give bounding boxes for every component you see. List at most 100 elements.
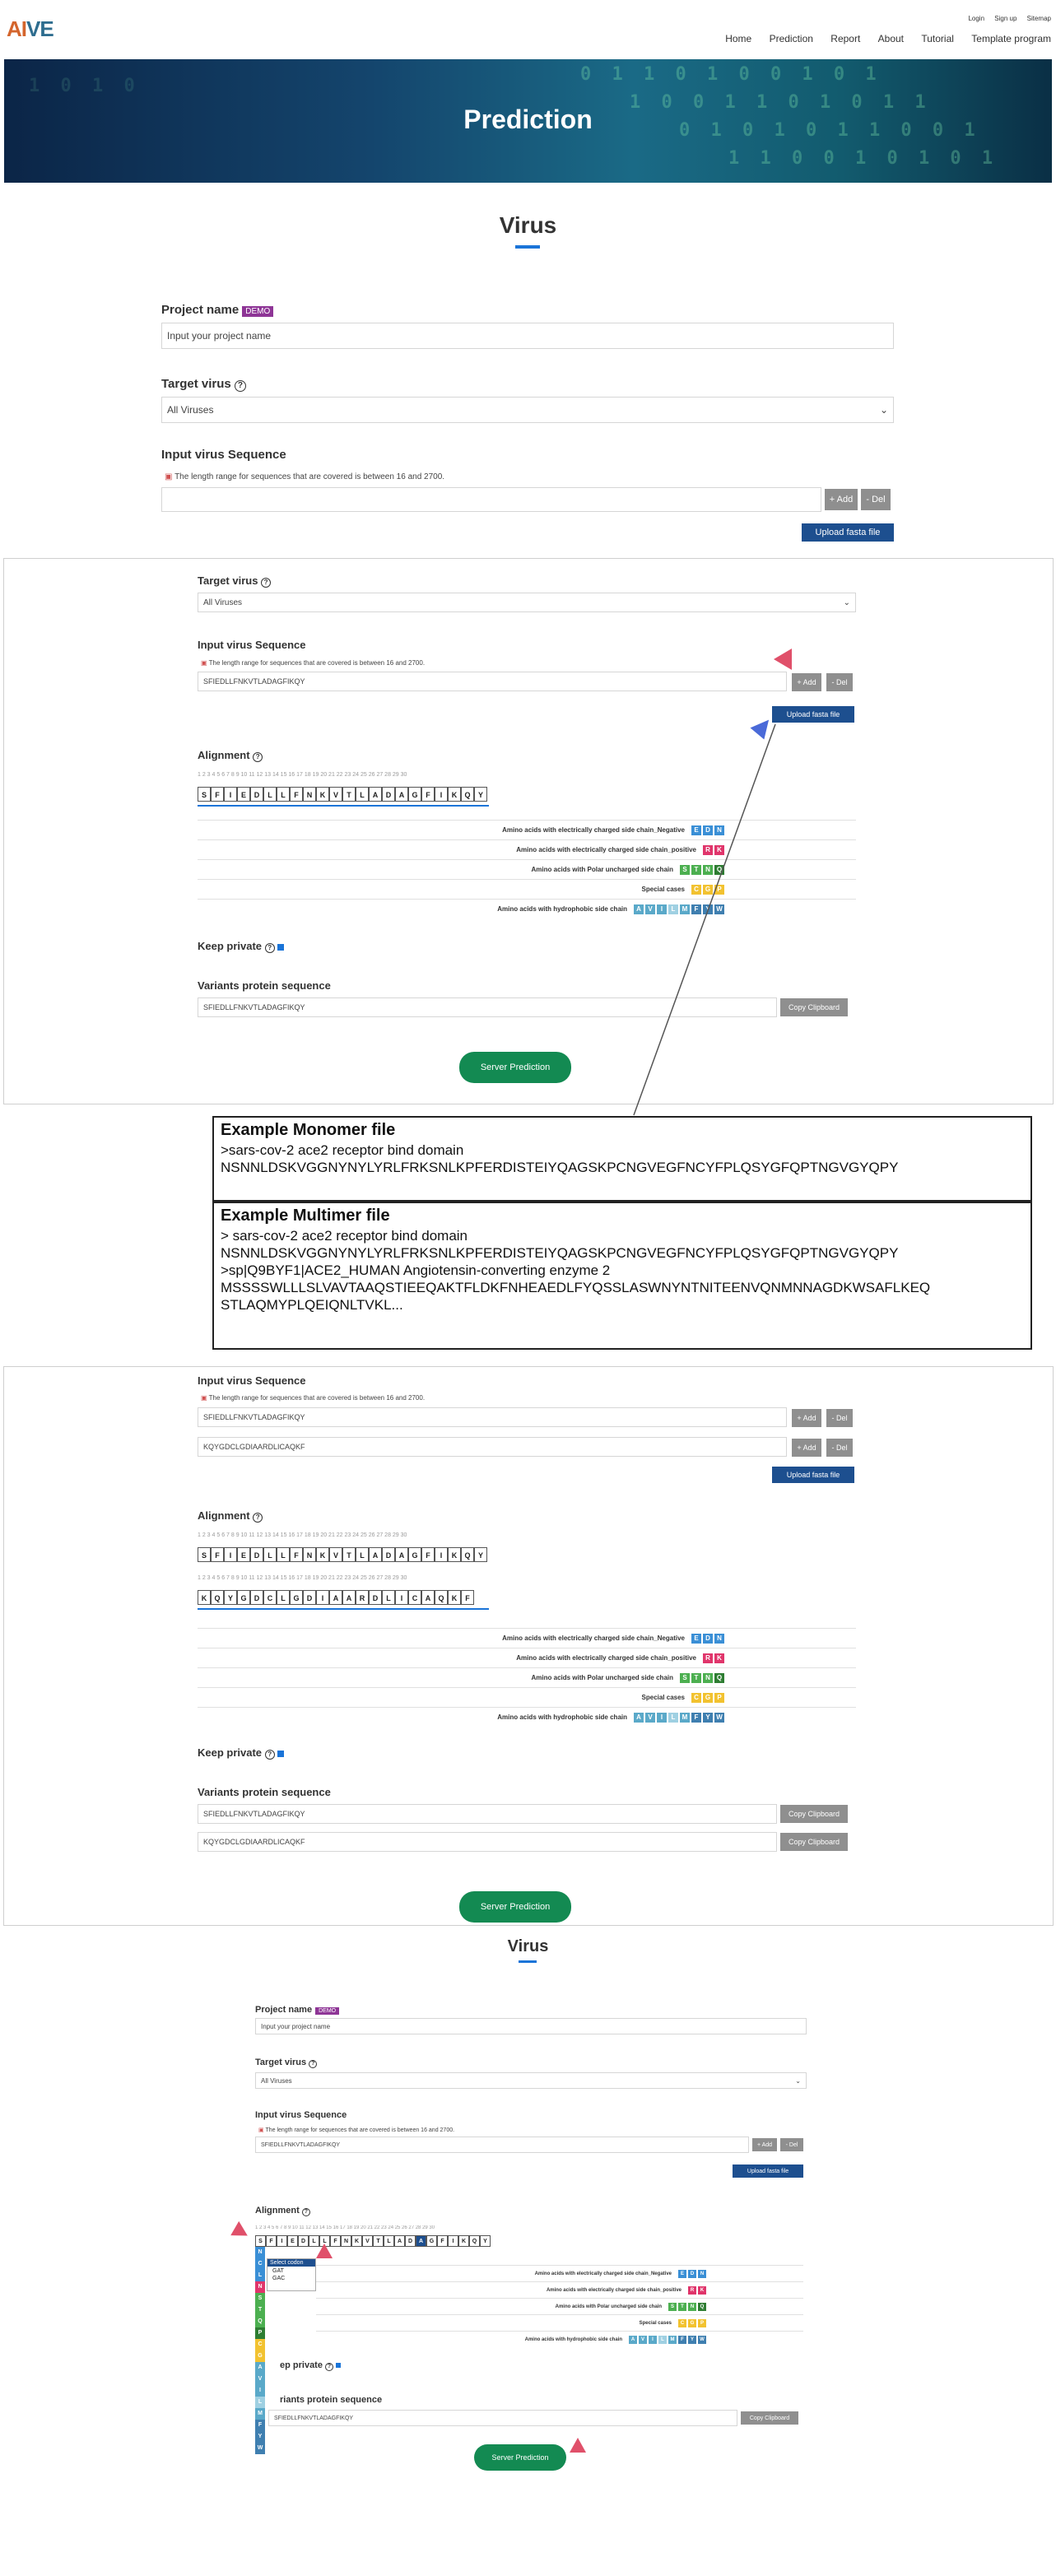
residue-cell[interactable]: Q xyxy=(435,1590,448,1605)
residue-cell[interactable]: V xyxy=(362,2235,373,2247)
residue-cell[interactable]: C xyxy=(408,1590,421,1605)
residue-cell[interactable]: I xyxy=(448,2235,458,2247)
amino-acid-option[interactable]: Q xyxy=(255,2316,265,2327)
amino-acid-option[interactable]: T xyxy=(255,2304,265,2316)
menu-template-program[interactable]: Template program xyxy=(971,33,1051,44)
residue-cell[interactable]: V xyxy=(329,787,342,802)
residue-cell[interactable]: T xyxy=(373,2235,384,2247)
del-button-5[interactable]: - Del xyxy=(780,2138,803,2151)
menu-about[interactable]: About xyxy=(878,33,904,44)
residue-cell[interactable]: N xyxy=(341,2235,351,2247)
menu-tutorial[interactable]: Tutorial xyxy=(921,33,954,44)
signup-link[interactable]: Sign up xyxy=(994,15,1016,22)
aive-logo[interactable]: AIVE xyxy=(7,16,54,42)
residue-cell[interactable]: A xyxy=(421,1590,435,1605)
server-prediction-button-5[interactable]: Server Prediction xyxy=(474,2444,566,2471)
codon-dropdown[interactable]: Select codon GAT GAC xyxy=(267,2258,316,2291)
add-button-5[interactable]: + Add xyxy=(752,2138,777,2151)
residue-cell[interactable]: G xyxy=(237,1590,250,1605)
del-button[interactable]: - Del xyxy=(861,489,891,510)
residue-cell[interactable]: N xyxy=(303,787,316,802)
residue-cell[interactable]: D xyxy=(382,1547,395,1562)
residue-cell[interactable]: C xyxy=(263,1590,277,1605)
sequence-input-5[interactable]: SFIEDLLFNKVTLADAGFIKQY xyxy=(255,2137,749,2153)
add-button-4a[interactable]: + Add xyxy=(792,1409,821,1427)
help-icon[interactable]: ? xyxy=(264,1750,275,1760)
copy-clipboard-button-4a[interactable]: Copy Clipboard xyxy=(780,1805,848,1823)
residue-cell[interactable]: E xyxy=(237,1547,250,1562)
residue-cell[interactable]: I xyxy=(224,1547,237,1562)
residue-cell[interactable]: Y xyxy=(480,2235,491,2247)
residue-cell[interactable]: L xyxy=(384,2235,394,2247)
keep-private-checkbox[interactable] xyxy=(277,943,284,951)
residue-cell[interactable]: A xyxy=(395,787,408,802)
copy-clipboard-button-2[interactable]: Copy Clipboard xyxy=(780,998,848,1016)
help-icon[interactable]: ? xyxy=(264,943,275,953)
help-icon[interactable]: ? xyxy=(309,2060,318,2068)
login-link[interactable]: Login xyxy=(968,15,984,22)
residue-cell[interactable]: D xyxy=(369,1590,382,1605)
residue-cell[interactable]: S xyxy=(198,787,211,802)
variant-sequence-4a[interactable]: SFIEDLLFNKVTLADAGFIKQY xyxy=(198,1804,777,1824)
amino-acid-option[interactable]: G xyxy=(255,2350,265,2362)
residue-cell[interactable]: R xyxy=(356,1590,369,1605)
residue-cell[interactable]: K xyxy=(316,787,329,802)
residue-cell[interactable]: Y xyxy=(474,787,487,802)
residue-cell[interactable]: L xyxy=(263,787,277,802)
residue-cell[interactable]: G xyxy=(426,2235,437,2247)
amino-acid-option[interactable]: M xyxy=(255,2408,265,2420)
amino-acid-option[interactable]: I xyxy=(255,2385,265,2397)
amino-acid-option[interactable]: F xyxy=(255,2420,265,2431)
upload-fasta-button-5[interactable]: Upload fasta file xyxy=(733,2164,803,2178)
help-icon[interactable]: ? xyxy=(253,1513,263,1523)
residue-cell[interactable]: F xyxy=(211,787,224,802)
residue-cell[interactable]: V xyxy=(329,1547,342,1562)
del-button-4a[interactable]: - Del xyxy=(826,1409,853,1427)
server-prediction-button-2[interactable]: Server Prediction xyxy=(459,1052,571,1083)
help-icon[interactable]: ? xyxy=(234,380,246,392)
target-virus-select-5[interactable]: All Viruses ⌄ xyxy=(255,2072,807,2089)
del-button-4b[interactable]: - Del xyxy=(826,1439,853,1457)
upload-fasta-button-2[interactable]: Upload fasta file xyxy=(772,706,854,723)
add-button-4b[interactable]: + Add xyxy=(792,1439,821,1457)
residue-cell[interactable]: F xyxy=(266,2235,277,2247)
residue-cell[interactable]: A xyxy=(342,1590,356,1605)
residue-cell[interactable]: F xyxy=(437,2235,448,2247)
residue-cell[interactable]: I xyxy=(435,1547,448,1562)
menu-home[interactable]: Home xyxy=(725,33,751,44)
amino-acid-option[interactable]: P xyxy=(255,2327,265,2339)
residue-cell[interactable]: K xyxy=(351,2235,362,2247)
residue-cell[interactable]: D xyxy=(405,2235,416,2247)
amino-acid-option[interactable]: N xyxy=(255,2247,265,2258)
residue-cell[interactable]: F xyxy=(421,787,435,802)
residue-cell[interactable]: K xyxy=(448,787,461,802)
codon-option[interactable]: GAC xyxy=(267,2276,315,2281)
residue-cell[interactable]: F xyxy=(290,787,303,802)
residue-cell[interactable]: E xyxy=(287,2235,298,2247)
residue-cell[interactable]: D xyxy=(298,2235,309,2247)
residue-cell[interactable]: E xyxy=(237,787,250,802)
sequence-input-4b[interactable]: KQYGDCLGDIAARDLICAQKF xyxy=(198,1437,787,1457)
server-prediction-button-4[interactable]: Server Prediction xyxy=(459,1891,571,1923)
residue-cell[interactable]: L xyxy=(356,787,369,802)
residue-cell[interactable]: I xyxy=(395,1590,408,1605)
residue-cell[interactable]: S xyxy=(255,2235,266,2247)
residue-cell[interactable]: F xyxy=(461,1590,474,1605)
residue-cell[interactable]: A xyxy=(416,2235,426,2247)
residue-cell[interactable]: I xyxy=(435,787,448,802)
residue-cell[interactable]: S xyxy=(198,1547,211,1562)
amino-acid-option[interactable]: W xyxy=(255,2443,265,2454)
residue-cell[interactable]: N xyxy=(303,1547,316,1562)
residue-cell[interactable]: L xyxy=(356,1547,369,1562)
residue-cell[interactable]: A xyxy=(369,1547,382,1562)
residue-cell[interactable]: Y xyxy=(474,1547,487,1562)
codon-option[interactable]: GAT xyxy=(267,2267,315,2276)
residue-cell[interactable]: D xyxy=(303,1590,316,1605)
variant-sequence-5[interactable]: SFIEDLLFNKVTLADAGFIKQY xyxy=(268,2410,737,2426)
copy-clipboard-button-4b[interactable]: Copy Clipboard xyxy=(780,1833,848,1851)
residue-cell[interactable]: F xyxy=(290,1547,303,1562)
amino-acid-option[interactable]: N xyxy=(255,2281,265,2293)
copy-clipboard-button-5[interactable]: Copy Clipboard xyxy=(741,2411,798,2425)
residue-cell[interactable]: K xyxy=(458,2235,469,2247)
residue-cell[interactable]: F xyxy=(421,1547,435,1562)
